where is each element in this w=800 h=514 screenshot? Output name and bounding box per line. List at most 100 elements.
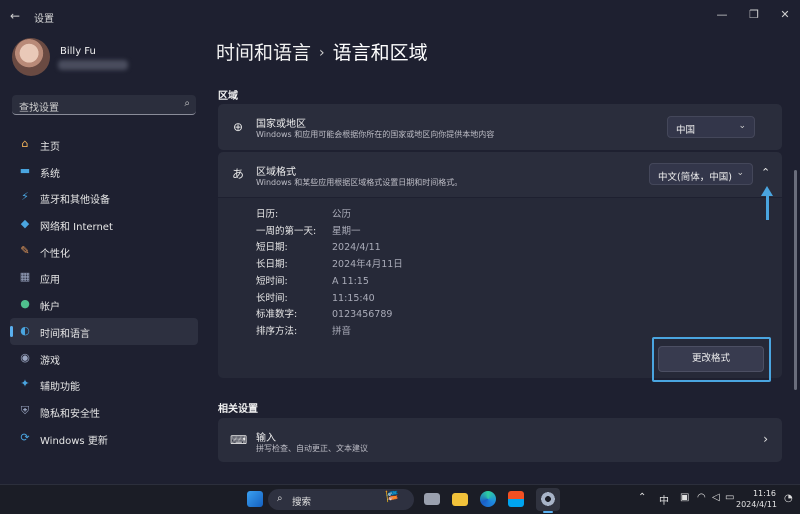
input-desc: 拼写检查、自动更正、文本建议	[256, 444, 368, 453]
format-row-value: 星期一	[332, 225, 361, 237]
format-row-key: 标准数字:	[256, 309, 298, 321]
format-row-value: 公历	[332, 209, 352, 220]
search-highlight-decoration-icon[interactable]: 🎏	[385, 490, 399, 503]
globe-clock-icon: ◐	[20, 323, 30, 337]
search-placeholder: 查找设置	[19, 103, 59, 114]
task-view-icon[interactable]	[424, 493, 440, 505]
format-dropdown[interactable]: 中文(简体，中国) ⌄	[649, 163, 753, 185]
close-button[interactable]: ✕	[775, 6, 795, 24]
settings-gear-icon[interactable]	[540, 491, 556, 507]
brush-icon: ✎	[20, 243, 30, 257]
start-windows-icon[interactable]	[247, 491, 263, 507]
sidebar-item-3[interactable]: ◆ 网络和 Internet	[10, 211, 198, 238]
section-heading-related: 相关设置	[218, 404, 258, 415]
sidebar-item-label: 游戏	[40, 355, 60, 367]
person-icon: ●	[20, 297, 30, 311]
clock-time: 11:16	[752, 489, 776, 498]
bluetooth-icon: ⚡	[21, 190, 29, 204]
sidebar-item-label: 系统	[40, 168, 60, 180]
sidebar-item-label: 主页	[40, 142, 60, 153]
country-dropdown[interactable]: 中国 ⌄	[667, 116, 755, 138]
edge-browser-icon[interactable]	[480, 491, 496, 507]
taskbar: ⌕ 搜索 🎏 ⌃ 中 ▣ ◠ ◁ ▭ 11:16 2024/4/11 ◔	[0, 484, 800, 514]
sidebar-item-label: 帐户	[40, 302, 60, 314]
home-icon: ⌂	[21, 137, 29, 150]
settings-window: ← 设置 — ❐ ✕ Billy Fu 查找设置 ⌕ ⌂ 主页 ▬ 系统 ⚡ 蓝牙和其他设…	[0, 0, 800, 484]
chevron-right-icon: ›	[763, 432, 768, 446]
format-row: 短日期: 2024/4/11	[256, 239, 381, 253]
ime-indicator[interactable]: 中	[659, 492, 669, 507]
sidebar-item-9[interactable]: ✦ 辅助功能	[10, 371, 198, 398]
input-settings-card[interactable]: ⌨ 输入 拼写检查、自动更正、文本建议 ›	[218, 418, 782, 462]
sidebar-item-label: 辅助功能	[40, 382, 80, 394]
system-clock[interactable]: 11:16 2024/4/11	[736, 488, 778, 510]
chevron-up-icon[interactable]: ⌃	[638, 492, 646, 503]
sidebar-item-4[interactable]: ✎ 个性化	[10, 238, 198, 265]
format-row-value: 拼音	[332, 325, 352, 337]
sidebar-item-1[interactable]: ▬ 系统	[10, 158, 198, 185]
battery-icon[interactable]: ▭	[725, 492, 734, 503]
sidebar-item-label: 应用	[40, 275, 60, 287]
search-input[interactable]: 查找设置 ⌕	[12, 95, 196, 115]
keyboard-icon: ⌨	[230, 433, 248, 447]
format-row: 标准数字: 0123456789	[256, 306, 392, 320]
format-row-key: 短时间:	[256, 275, 288, 287]
regional-format-card[interactable]: あ 区域格式 Windows 和某些应用根据区域格式设置日期和时间格式。 中文(…	[218, 152, 782, 197]
clipboard-icon[interactable]: ▣	[680, 492, 689, 503]
format-value: 中文(简体，中国)	[658, 172, 732, 183]
app-title: 设置	[34, 14, 54, 25]
sidebar-item-0[interactable]: ⌂ 主页	[10, 131, 198, 158]
format-row-value: 2024/4/11	[332, 242, 381, 254]
format-row-key: 日历:	[256, 209, 279, 220]
format-row-key: 一周的第一天:	[256, 225, 317, 237]
sidebar-item-label: 个性化	[40, 248, 70, 260]
maximize-button[interactable]: ❐	[744, 6, 764, 24]
search-icon: ⌕	[277, 493, 283, 504]
country-desc: Windows 和应用可能会根据你所在的国家或地区向你提供本地内容	[256, 130, 495, 139]
format-title: 区域格式	[256, 167, 296, 178]
input-title: 输入	[256, 433, 276, 444]
sidebar-item-7[interactable]: ◐ 时间和语言	[10, 317, 198, 345]
format-row: 长日期: 2024年4月11日	[256, 256, 403, 270]
search-icon: ⌕	[184, 98, 190, 109]
format-row: 排序方法: 拼音	[256, 323, 351, 337]
sidebar-item-10[interactable]: ⛨ 隐私和安全性	[10, 398, 198, 425]
format-row-value: 11:15:40	[332, 292, 375, 304]
format-row: 日历: 公历	[256, 206, 351, 220]
clock-date: 2024/4/11	[736, 500, 778, 509]
format-row-value: 0123456789	[332, 309, 393, 321]
annotation-arrow-line	[766, 196, 769, 220]
sidebar-item-5[interactable]: ▦ 应用	[10, 264, 198, 291]
microsoft-store-icon[interactable]	[508, 491, 524, 507]
sidebar-item-2[interactable]: ⚡ 蓝牙和其他设备	[10, 184, 198, 211]
format-row: 长时间: 11:15:40	[256, 290, 375, 304]
file-explorer-icon[interactable]	[452, 493, 468, 506]
minimize-button[interactable]: —	[712, 6, 732, 24]
format-row: 短时间: A 11:15	[256, 273, 369, 287]
monitor-icon: ▬	[19, 163, 31, 177]
scrollbar[interactable]	[794, 170, 797, 390]
highlight-box-change-format	[652, 337, 771, 382]
sidebar-item-11[interactable]: ⟳ Windows 更新	[10, 425, 198, 452]
page-title: 语言和区域	[332, 42, 428, 64]
format-desc: Windows 和某些应用根据区域格式设置日期和时间格式。	[256, 178, 463, 187]
network-icon[interactable]: ◠	[697, 492, 706, 503]
chevron-down-icon: ⌄	[736, 168, 744, 178]
country-value: 中国	[676, 125, 696, 136]
notification-bell-icon[interactable]: ◔	[784, 493, 793, 504]
speaker-icon[interactable]: ◁	[712, 492, 720, 503]
format-row-value: A 11:15	[332, 275, 369, 287]
sidebar-item-label: 蓝牙和其他设备	[40, 195, 110, 207]
wifi-icon: ◆	[20, 217, 30, 231]
chevron-right-icon: ›	[319, 45, 325, 61]
gamepad-icon: ◉	[20, 350, 30, 364]
back-arrow-icon[interactable]: ←	[10, 9, 24, 23]
breadcrumb-parent[interactable]: 时间和语言	[216, 42, 311, 64]
format-row-key: 长日期:	[256, 259, 288, 271]
avatar	[12, 38, 50, 76]
sidebar-item-6[interactable]: ● 帐户	[10, 291, 198, 318]
user-email-blurred	[58, 60, 128, 70]
shield-icon: ⛨	[20, 403, 30, 417]
annotation-arrow-head	[761, 186, 773, 196]
sidebar-item-8[interactable]: ◉ 游戏	[10, 345, 198, 372]
